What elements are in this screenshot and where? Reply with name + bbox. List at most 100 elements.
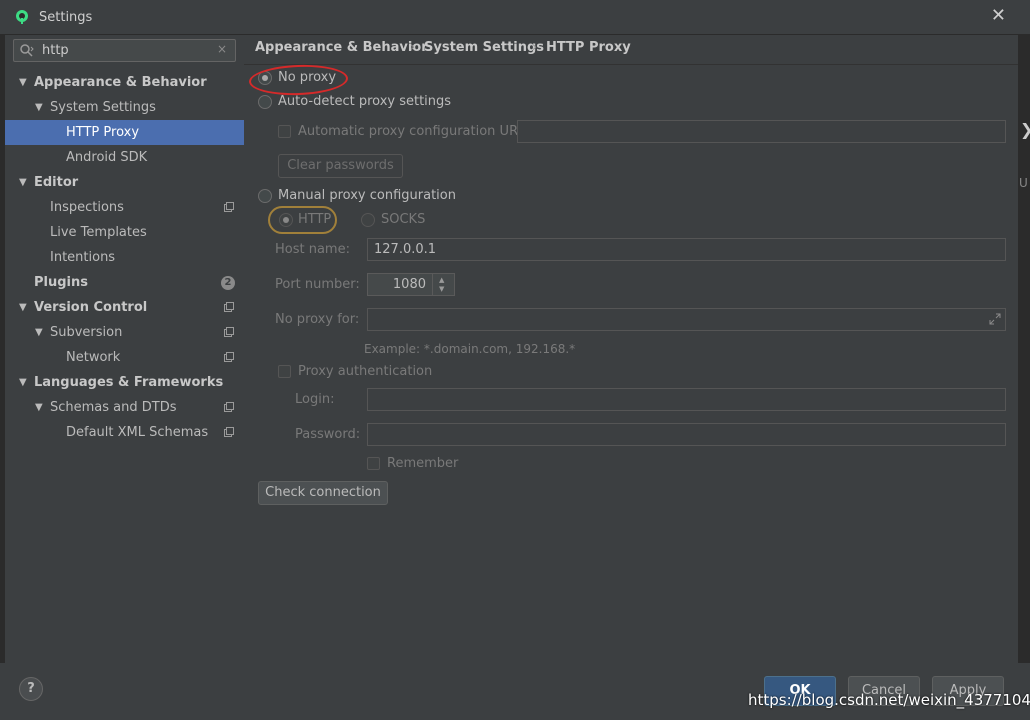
clear-passwords-button[interactable]: Clear passwords <box>278 154 403 178</box>
settings-sidebar: http × ▼ Appearance & Behavior ▼ System … <box>5 35 244 663</box>
tree-item-label: Version Control <box>34 300 148 315</box>
remember-checkbox[interactable] <box>367 457 380 470</box>
tree-item-plugins[interactable]: Plugins 2 <box>5 270 244 295</box>
tree-item-label: Android SDK <box>66 150 148 165</box>
tree-item-label: Languages & Frameworks <box>34 375 224 390</box>
port-number-label: Port number: <box>275 277 360 292</box>
password-input[interactable] <box>367 423 1006 446</box>
stepper-arrows[interactable]: ▲ ▼ <box>432 274 454 295</box>
breadcrumb-separator: › <box>532 40 538 55</box>
login-input[interactable] <box>367 388 1006 411</box>
no-proxy-example-hint: Example: *.domain.com, 192.168.* <box>364 342 576 356</box>
tree-item-languages-frameworks[interactable]: ▼ Languages & Frameworks <box>5 370 244 395</box>
tree-item-label: System Settings <box>50 100 156 115</box>
login-label: Login: <box>295 392 335 407</box>
auto-detect-radio[interactable] <box>258 95 272 109</box>
expand-arrow-icon[interactable]: ▼ <box>19 70 27 95</box>
tree-item-appearance-behavior[interactable]: ▼ Appearance & Behavior <box>5 70 244 95</box>
breadcrumb-item: Appearance & Behavior <box>255 40 428 55</box>
stepper-down-icon[interactable]: ▼ <box>439 285 444 293</box>
watermark-text: https://blog.csdn.net/weixin_43771048 <box>748 691 1030 709</box>
help-button[interactable]: ? <box>19 677 43 701</box>
tree-item-label: Live Templates <box>50 225 147 240</box>
project-settings-icon <box>224 402 234 412</box>
host-name-value: 127.0.0.1 <box>374 242 437 257</box>
tree-item-network[interactable]: Network <box>5 345 244 370</box>
plugins-update-badge: 2 <box>221 276 235 290</box>
breadcrumb-separator: › <box>410 40 416 55</box>
close-icon[interactable]: ✕ <box>991 7 1006 25</box>
search-value: http <box>42 43 69 58</box>
remember-label: Remember <box>387 456 459 471</box>
breadcrumb-item: System Settings <box>424 40 545 55</box>
check-connection-button[interactable]: Check connection <box>258 481 388 505</box>
project-settings-icon <box>224 352 234 362</box>
expand-arrow-icon[interactable]: ▼ <box>19 295 27 320</box>
manual-proxy-label: Manual proxy configuration <box>278 188 456 203</box>
tree-item-default-xml-schemas[interactable]: Default XML Schemas <box>5 420 244 445</box>
project-settings-icon <box>224 202 234 212</box>
background-strip-right: ❯ U <box>1018 35 1030 663</box>
auto-config-url-label: Automatic proxy configuration URL: <box>298 124 530 139</box>
tree-item-live-templates[interactable]: Live Templates <box>5 220 244 245</box>
project-settings-icon <box>224 302 234 312</box>
password-label: Password: <box>295 427 361 442</box>
expand-arrow-icon[interactable]: ▼ <box>35 395 43 420</box>
breadcrumb-current: HTTP Proxy <box>546 40 631 55</box>
tree-item-label: Inspections <box>50 200 124 215</box>
host-name-input[interactable]: 127.0.0.1 <box>367 238 1006 261</box>
auto-config-url-checkbox[interactable] <box>278 125 291 138</box>
title-bar: Settings ✕ <box>0 0 1030 35</box>
expand-field-icon[interactable] <box>989 313 1001 325</box>
expand-arrow-icon[interactable]: ▼ <box>19 370 27 395</box>
project-settings-icon <box>224 427 234 437</box>
tree-item-intentions[interactable]: Intentions <box>5 245 244 270</box>
tree-item-label: HTTP Proxy <box>66 125 140 140</box>
tree-item-android-sdk[interactable]: Android SDK <box>5 145 244 170</box>
settings-tree: ▼ Appearance & Behavior ▼ System Setting… <box>5 70 244 445</box>
auto-config-url-input[interactable] <box>517 120 1006 143</box>
proxy-auth-checkbox[interactable] <box>278 365 291 378</box>
auto-detect-label: Auto-detect proxy settings <box>278 94 452 109</box>
port-number-stepper[interactable]: 1080 ▲ ▼ <box>367 273 455 296</box>
gold-annotation-outline <box>268 206 337 234</box>
no-proxy-for-label: No proxy for: <box>275 312 360 327</box>
tree-item-label: Appearance & Behavior <box>34 75 207 90</box>
tree-item-http-proxy[interactable]: HTTP Proxy <box>5 120 244 145</box>
tree-item-label: Schemas and DTDs <box>50 400 177 415</box>
tree-item-label: Subversion <box>50 325 123 340</box>
host-name-label: Host name: <box>275 242 350 257</box>
tree-item-editor[interactable]: ▼ Editor <box>5 170 244 195</box>
clear-search-icon[interactable]: × <box>217 42 227 56</box>
proxy-auth-label: Proxy authentication <box>298 364 433 379</box>
tree-item-label: Intentions <box>50 250 116 265</box>
project-settings-icon <box>224 327 234 337</box>
expand-arrow-icon[interactable]: ▼ <box>35 320 43 345</box>
tree-item-inspections[interactable]: Inspections <box>5 195 244 220</box>
breadcrumb: Appearance & Behavior › System Settings … <box>244 35 1018 65</box>
tree-item-version-control[interactable]: ▼ Version Control <box>5 295 244 320</box>
android-studio-icon <box>16 10 28 24</box>
tree-item-label: Default XML Schemas <box>66 425 209 440</box>
tree-item-label: Network <box>66 350 121 365</box>
red-annotation-circle <box>248 63 349 97</box>
search-icon <box>20 44 34 57</box>
tree-item-schemas-dtds[interactable]: ▼ Schemas and DTDs <box>5 395 244 420</box>
expand-arrow-icon[interactable]: ▼ <box>35 95 43 120</box>
tree-item-system-settings[interactable]: ▼ System Settings <box>5 95 244 120</box>
socks-radio[interactable] <box>361 213 375 227</box>
port-number-value: 1080 <box>392 277 426 292</box>
manual-proxy-radio[interactable] <box>258 189 272 203</box>
expand-arrow-icon[interactable]: ▼ <box>19 170 27 195</box>
tree-item-subversion[interactable]: ▼ Subversion <box>5 320 244 345</box>
background-glyph: U <box>1019 176 1028 190</box>
no-proxy-for-input[interactable] <box>367 308 1006 331</box>
http-proxy-panel: Appearance & Behavior › System Settings … <box>244 35 1018 663</box>
stepper-up-icon[interactable]: ▲ <box>439 276 444 284</box>
search-input[interactable]: http × <box>13 39 236 62</box>
proxy-settings-form: No proxy Auto-detect proxy settings Auto… <box>244 63 1018 663</box>
tree-item-label: Plugins <box>34 275 88 290</box>
socks-label: SOCKS <box>381 212 426 227</box>
background-chevron-icon: ❯ <box>1020 120 1030 139</box>
window-title: Settings <box>39 10 93 25</box>
